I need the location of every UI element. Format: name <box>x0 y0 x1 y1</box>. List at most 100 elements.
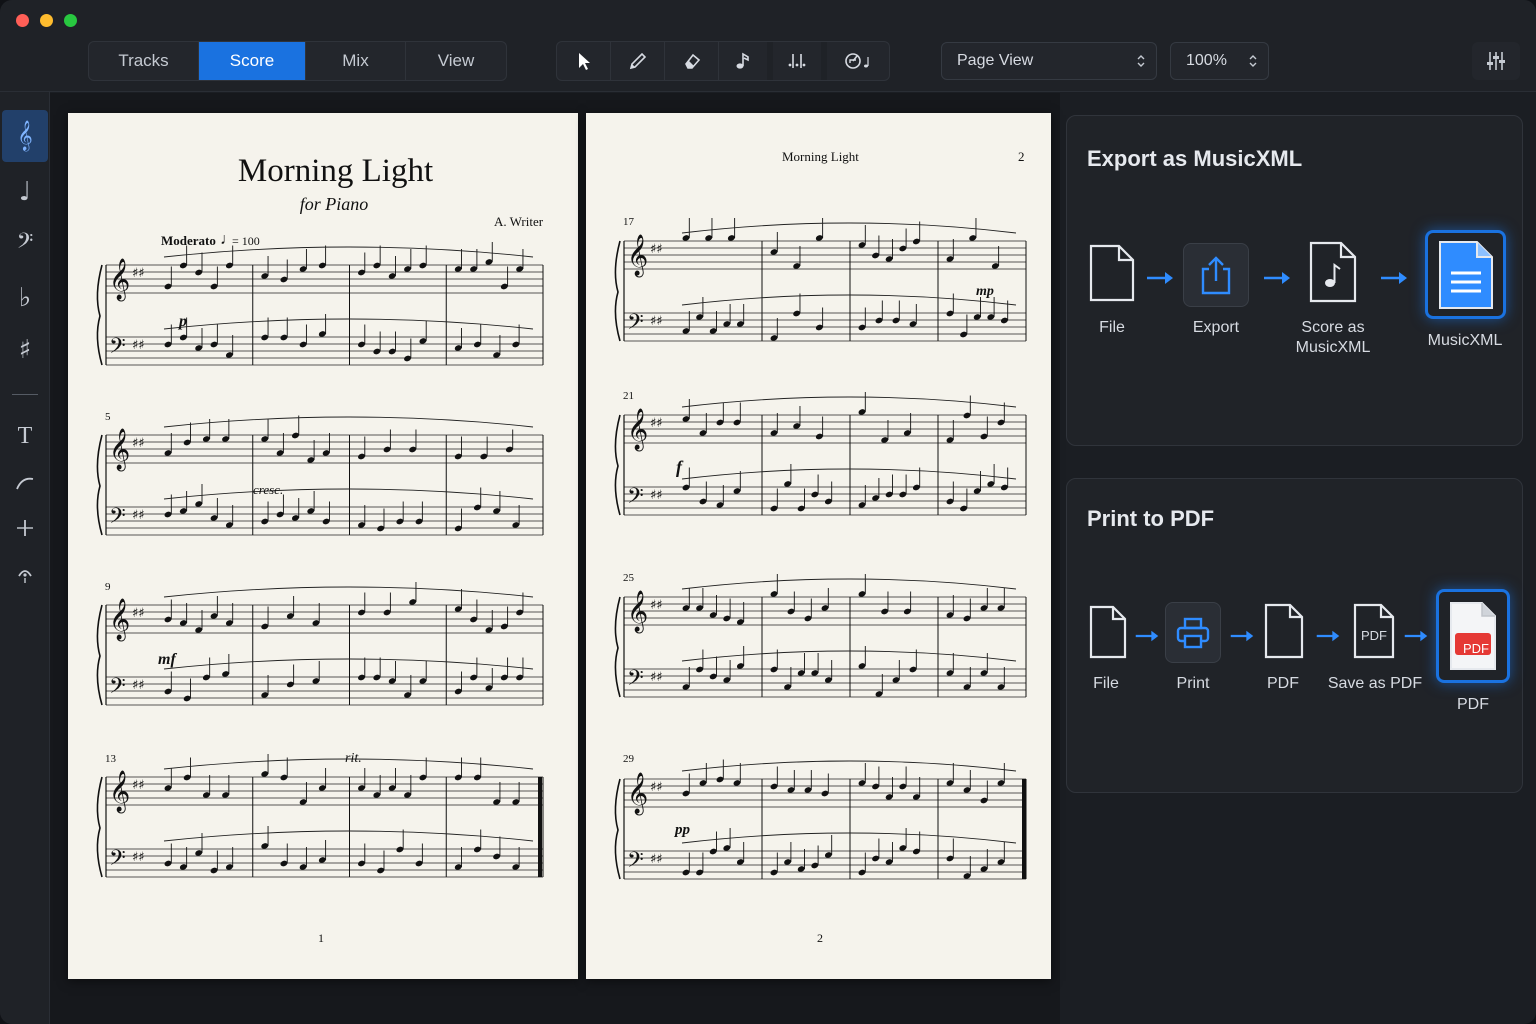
pencil-tool-button[interactable] <box>611 42 665 80</box>
quarter-note-icon[interactable]: ♩ <box>2 166 48 218</box>
key-signature: ♯♯ <box>650 488 663 503</box>
close-window-button[interactable] <box>16 14 29 27</box>
composer: A. Writer <box>494 214 544 229</box>
note-tool-button[interactable] <box>719 42 773 80</box>
bass-clef: 𝄢 <box>109 334 126 364</box>
treble-clef: 𝄞 <box>627 234 648 277</box>
system-brace <box>614 414 621 516</box>
key-signature: ♯♯ <box>132 338 145 353</box>
key-signature: ♯♯ <box>650 416 663 431</box>
phrase-slur <box>163 416 534 428</box>
select-tool-button[interactable] <box>557 42 611 80</box>
system-brace <box>614 240 621 342</box>
bass-clef: 𝄢 <box>627 848 644 878</box>
system-brace <box>96 434 103 536</box>
musicxml-document-icon <box>1438 240 1493 309</box>
arrow-right-icon <box>1230 630 1254 642</box>
print-step-button[interactable] <box>1165 602 1221 663</box>
dynamic-rit: rit. <box>345 751 362 766</box>
dynamic-f: f <box>676 457 682 477</box>
flat-icon[interactable]: ♭ <box>2 272 48 324</box>
palette-sidebar: 𝄞 ♩ 𝄢 ♭ ♯ T <box>0 92 50 1024</box>
phrase-slur <box>163 586 534 598</box>
slur-shape <box>16 477 34 490</box>
score-page-1[interactable]: 𝄞 ♯♯ 𝄢 ♯♯ 𝄞 ♯♯ 𝄢 ♯♯ 𝄞 ♯♯ 𝄢 ♯♯ 𝄞 ♯♯ 𝄢 ♯♯ Morning Light f… <box>68 113 578 979</box>
treble-clef-icon[interactable]: 𝄞 <box>2 110 48 162</box>
phrase-slur <box>681 760 1017 772</box>
view-mode-value: Page View <box>957 52 1034 69</box>
score-title: Morning Light <box>237 153 434 189</box>
phrase-slur <box>163 830 534 842</box>
running-title: Morning Light <box>782 149 859 164</box>
dynamic-cresc: cresc. <box>253 482 284 497</box>
sharp-icon[interactable]: ♯ <box>2 324 48 376</box>
key-signature: ♯♯ <box>132 606 145 621</box>
key-signature: ♯♯ <box>132 778 145 793</box>
dynamic-pp: pp <box>675 822 690 838</box>
bass-clef: 𝄢 <box>109 846 126 876</box>
final-barline <box>538 777 542 877</box>
tab-mix[interactable]: Mix <box>306 42 406 80</box>
tab-score[interactable]: Score <box>199 42 306 80</box>
fermata-icon[interactable] <box>2 548 48 600</box>
measure-number: 13 <box>105 753 116 765</box>
tab-tracks[interactable]: Tracks <box>89 42 199 80</box>
bass-clef: 𝄢 <box>109 504 126 534</box>
measure-number: 29 <box>623 753 634 765</box>
treble-clef: 𝄞 <box>109 428 130 471</box>
pencil-icon <box>629 52 646 70</box>
dynamic-mp: mp <box>976 284 994 299</box>
zoom-select[interactable]: 100% <box>1170 42 1269 80</box>
inspector-toggle-button[interactable] <box>1472 42 1520 80</box>
system-brace <box>96 776 103 878</box>
step-file-label: File <box>1099 319 1125 336</box>
pdf-file-icon <box>1264 603 1304 659</box>
barline-icon[interactable] <box>2 502 48 554</box>
eraser-tool-button[interactable] <box>665 42 719 80</box>
musicxml-result-tile[interactable] <box>1425 230 1506 319</box>
step-export-label: Export <box>1192 319 1240 336</box>
treble-clef: 𝄞 <box>627 408 648 451</box>
minimize-window-button[interactable] <box>40 14 53 27</box>
print-to-pdf-panel: Print to PDF File Print PDF PDF Save as … <box>1066 478 1523 793</box>
measure-number: 5 <box>105 411 111 423</box>
treble-clef: 𝄞 <box>109 598 130 641</box>
phrase-slur <box>681 468 1017 480</box>
metronome-tool-button[interactable] <box>827 42 889 80</box>
system-brace <box>614 596 621 698</box>
arrow-right-icon <box>1147 272 1173 284</box>
system-brace <box>614 778 621 880</box>
fermata-shape <box>18 570 32 583</box>
printer-icon <box>1176 617 1210 648</box>
measure-number: 25 <box>623 572 634 584</box>
key-signature: ♯♯ <box>650 314 663 329</box>
step-pdf-label: PDF <box>1267 675 1299 692</box>
measure-number: 9 <box>105 581 111 593</box>
bass-clef: 𝄢 <box>109 674 126 704</box>
toolbar: Tracks Score Mix View Page View 100% <box>0 0 1536 92</box>
eraser-icon <box>684 53 700 69</box>
edit-tools <box>556 41 890 81</box>
panel-title: Print to PDF <box>1087 506 1215 531</box>
step-save-as-pdf-label: Save as PDF <box>1327 675 1423 692</box>
key-signature: ♯♯ <box>132 508 145 523</box>
key-signature: ♯♯ <box>132 850 145 865</box>
score-page-2[interactable]: 𝄞 ♯♯ 𝄢 ♯♯ 𝄞 ♯♯ 𝄢 ♯♯ 𝄞 ♯♯ 𝄢 ♯♯ 𝄞 ♯♯ 𝄢 ♯♯ Morning Light 2… <box>586 113 1051 979</box>
beat-split-tool-button[interactable] <box>773 42 827 80</box>
step-print-label: Print <box>1176 675 1210 692</box>
page-number: 1 <box>318 931 324 945</box>
pdf-result-tile[interactable]: PDF <box>1436 589 1510 683</box>
barline-shape <box>17 520 33 536</box>
treble-clef: 𝄞 <box>627 772 648 815</box>
bass-clef-icon[interactable]: 𝄢 <box>2 218 48 270</box>
arrow-right-icon <box>1264 272 1290 284</box>
step-pdf-result-label: PDF <box>1457 696 1489 713</box>
tab-view[interactable]: View <box>406 42 506 80</box>
zoom-window-button[interactable] <box>64 14 77 27</box>
text-tool-icon[interactable]: T <box>2 410 48 462</box>
beat-split-icon <box>788 54 806 68</box>
export-step-button[interactable] <box>1183 243 1249 307</box>
phrase-slur <box>163 488 534 500</box>
phrase-slur <box>681 832 1017 844</box>
view-mode-select[interactable]: Page View <box>941 42 1157 80</box>
